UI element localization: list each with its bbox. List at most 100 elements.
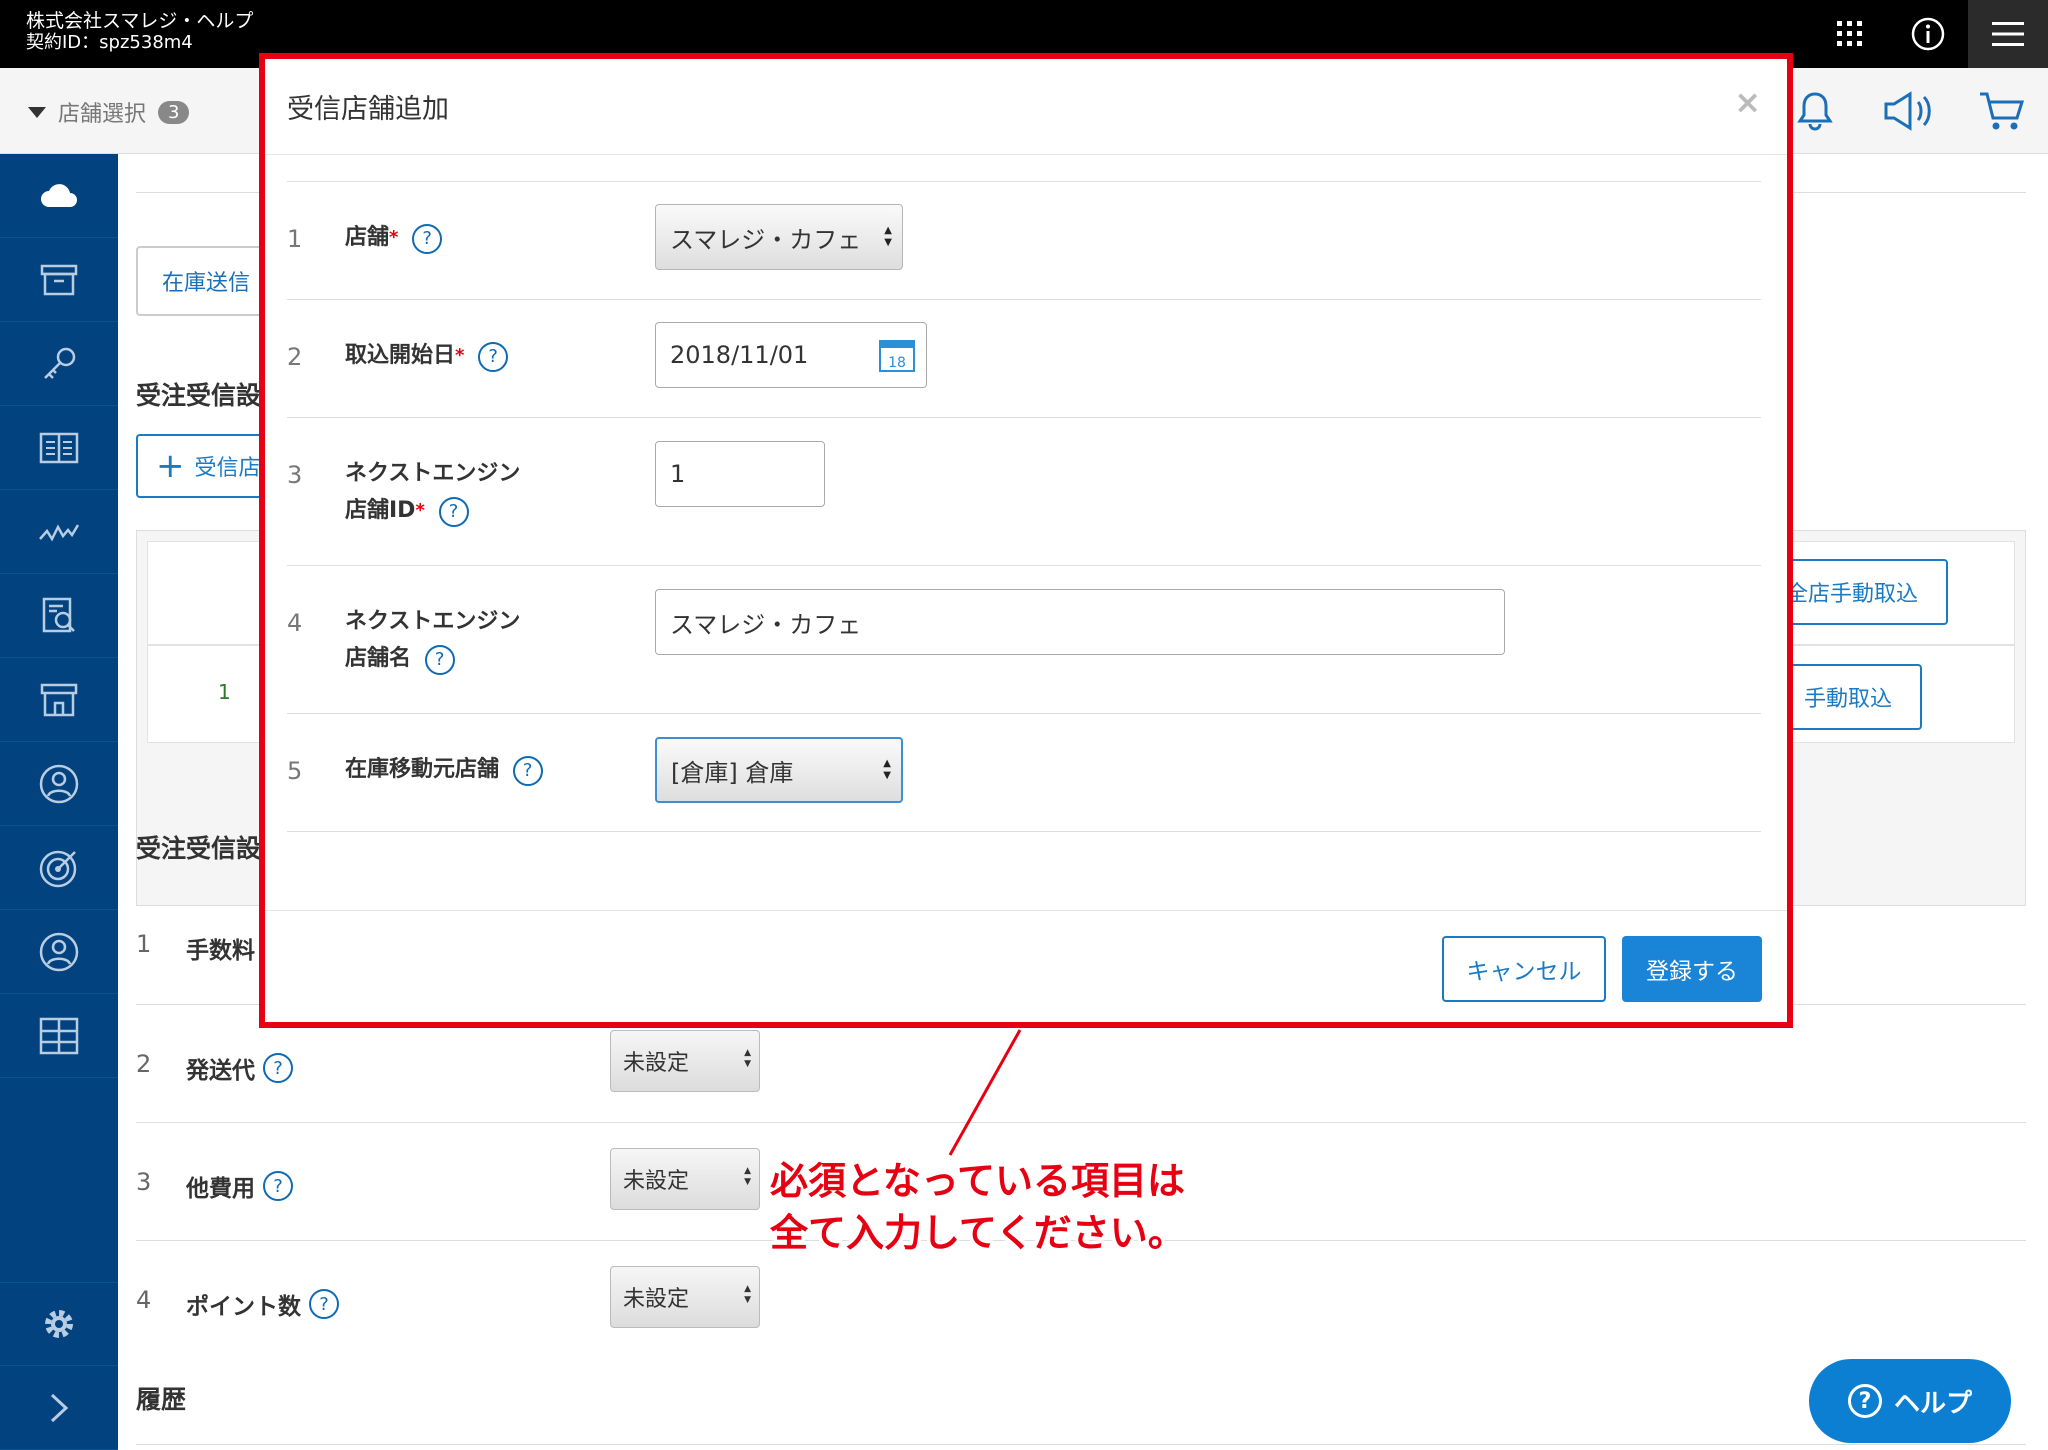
sidebar-item-book[interactable] [0,406,118,490]
ne-store-id-input[interactable]: 1 [655,441,825,507]
row-number: 2 [287,343,303,371]
points-label: ポイント数 [186,1294,301,1320]
store-select[interactable]: スマレジ・カフェ ▲ ▼ [655,204,903,270]
close-icon[interactable]: × [1734,83,1761,121]
apps-grid-large-icon [39,1017,79,1054]
points-label-group: ポイント数 ? [186,1287,339,1321]
line-chart-icon [39,523,80,542]
help-question-icon[interactable]: ? [309,1289,339,1319]
help-question-icon[interactable]: ? [478,341,509,372]
key-icon [44,347,76,379]
svg-text:18: 18 [888,355,906,371]
sidebar-item-report[interactable] [0,574,118,658]
add-receive-store-label: 受信店 [194,456,261,481]
select-arrows-icon: ▲ ▼ [884,225,892,248]
sidebar [0,154,118,1450]
sidebar-item-customer[interactable] [0,910,118,994]
import-start-date-label: 取込開始日* ? [345,337,509,374]
import-start-date-input[interactable]: 2018/11/01 18 [655,322,927,388]
section-title-order-settings: 受注受信設 [136,381,262,410]
stock-source-store-value: [倉庫] 倉庫 [671,758,794,787]
bell-icon[interactable] [1790,86,1840,136]
help-question-icon[interactable]: ? [438,496,469,527]
store-select-value: スマレジ・カフェ [670,225,862,254]
sidebar-item-archive[interactable] [0,238,118,322]
sidebar-item-store[interactable] [0,658,118,742]
help-button-label: ヘルプ [1893,1388,1972,1419]
row-number: 4 [136,1286,152,1314]
shipping-select-value: 未設定 [623,1051,690,1076]
cancel-button[interactable]: キャンセル [1442,936,1606,1002]
help-question-icon[interactable]: ? [412,223,443,254]
store-select-label: 店舗選択 [58,102,147,127]
table-row-number: 1 [218,680,231,704]
required-mark: * [415,500,425,521]
other-cost-label-group: 他費用 ? [186,1169,293,1203]
help-question-icon[interactable]: ? [512,755,543,786]
stock-source-store-select[interactable]: [倉庫] 倉庫 ▲ ▼ [655,737,903,803]
annotation-line1: 必須となっている項目は [770,1159,1185,1203]
add-receive-store-modal: 受信店舗追加 × 1 店舗* ? スマレジ・カフェ ▲ ▼ 2 取込開始日* ?… [259,53,1793,1028]
staff-user-icon [39,764,79,803]
archive-box-icon [40,264,78,295]
ne-store-id-value: 1 [670,460,686,488]
other-cost-select[interactable]: 未設定 [610,1148,760,1210]
shipping-label-group: 発送代 ? [186,1051,293,1085]
report-search-icon [42,597,75,632]
hamburger-menu-icon[interactable] [1968,0,2048,68]
row-number: 3 [287,461,303,489]
ne-store-name-label: ネクストエンジン 店舗名 ? [345,603,520,677]
help-question-icon[interactable]: ? [263,1053,293,1083]
row-number: 2 [136,1050,152,1078]
customer-user-icon [39,932,79,971]
fee-label: 手数料 [186,938,255,964]
info-icon[interactable] [1900,0,1956,68]
cart-icon[interactable] [1976,86,2026,136]
store-select-toggle[interactable]: 店舗選択 3 [28,96,190,128]
sidebar-item-cloud[interactable] [0,154,118,238]
sidebar-item-staff[interactable] [0,742,118,826]
required-mark: * [389,227,399,248]
register-button[interactable]: 登録する [1622,936,1762,1002]
sidebar-item-analytics[interactable] [0,490,118,574]
sidebar-item-target[interactable] [0,826,118,910]
calendar-icon[interactable]: 18 [878,337,916,379]
help-question-icon[interactable]: ? [424,644,455,675]
row-number: 5 [287,757,303,785]
required-fields-annotation: 必須となっている項目は 全て入力してください。 [770,1155,1186,1259]
points-select[interactable]: 未設定 [610,1266,760,1328]
megaphone-icon[interactable] [1880,86,1940,136]
required-mark: * [455,345,465,366]
book-icon [39,432,79,463]
sidebar-expand[interactable] [0,1366,118,1450]
stock-source-store-label: 在庫移動元店舗 ? [345,751,543,788]
store-count-badge: 3 [158,100,190,124]
sidebar-item-settings[interactable] [0,1282,118,1366]
sidebar-item-apps[interactable] [0,994,118,1078]
ne-store-id-label: ネクストエンジン 店舗ID* ? [345,455,520,529]
annotation-line2: 全て入力してください。 [770,1211,1186,1255]
store-label-text: 店舗 [345,225,390,250]
ne-store-id-label-line1: ネクストエンジン [345,461,521,486]
section-title-order-settings-2: 受注受信設 [136,834,262,863]
modal-header: 受信店舗追加 × [265,59,1787,155]
other-cost-label: 他費用 [186,1176,255,1202]
help-button[interactable]: ? ヘルプ [1809,1359,2011,1443]
store-field-label: 店舗* ? [345,219,443,256]
shipping-select[interactable]: 未設定 [610,1030,760,1092]
storefront-icon [40,683,78,716]
apps-grid-icon[interactable] [1822,0,1878,68]
all-stores-manual-import-label: 全店手動取込 [1785,582,1918,607]
import-start-date-value: 2018/11/01 [670,341,809,369]
ne-store-name-label-line1: ネクストエンジン [345,609,521,634]
company-name: 株式会社スマレジ・ヘルプ [26,10,254,32]
cloud-icon [41,183,77,207]
gear-icon [45,1310,73,1338]
contract-id: 契約ID：spz538m4 [26,32,193,53]
help-question-icon[interactable]: ? [263,1171,293,1201]
manual-import-button[interactable]: 手動取込 [1774,664,1922,730]
row-number: 1 [136,930,152,958]
sidebar-item-key[interactable] [0,322,118,406]
ne-store-name-input[interactable]: スマレジ・カフェ [655,589,1505,655]
points-select-value: 未設定 [623,1287,690,1312]
